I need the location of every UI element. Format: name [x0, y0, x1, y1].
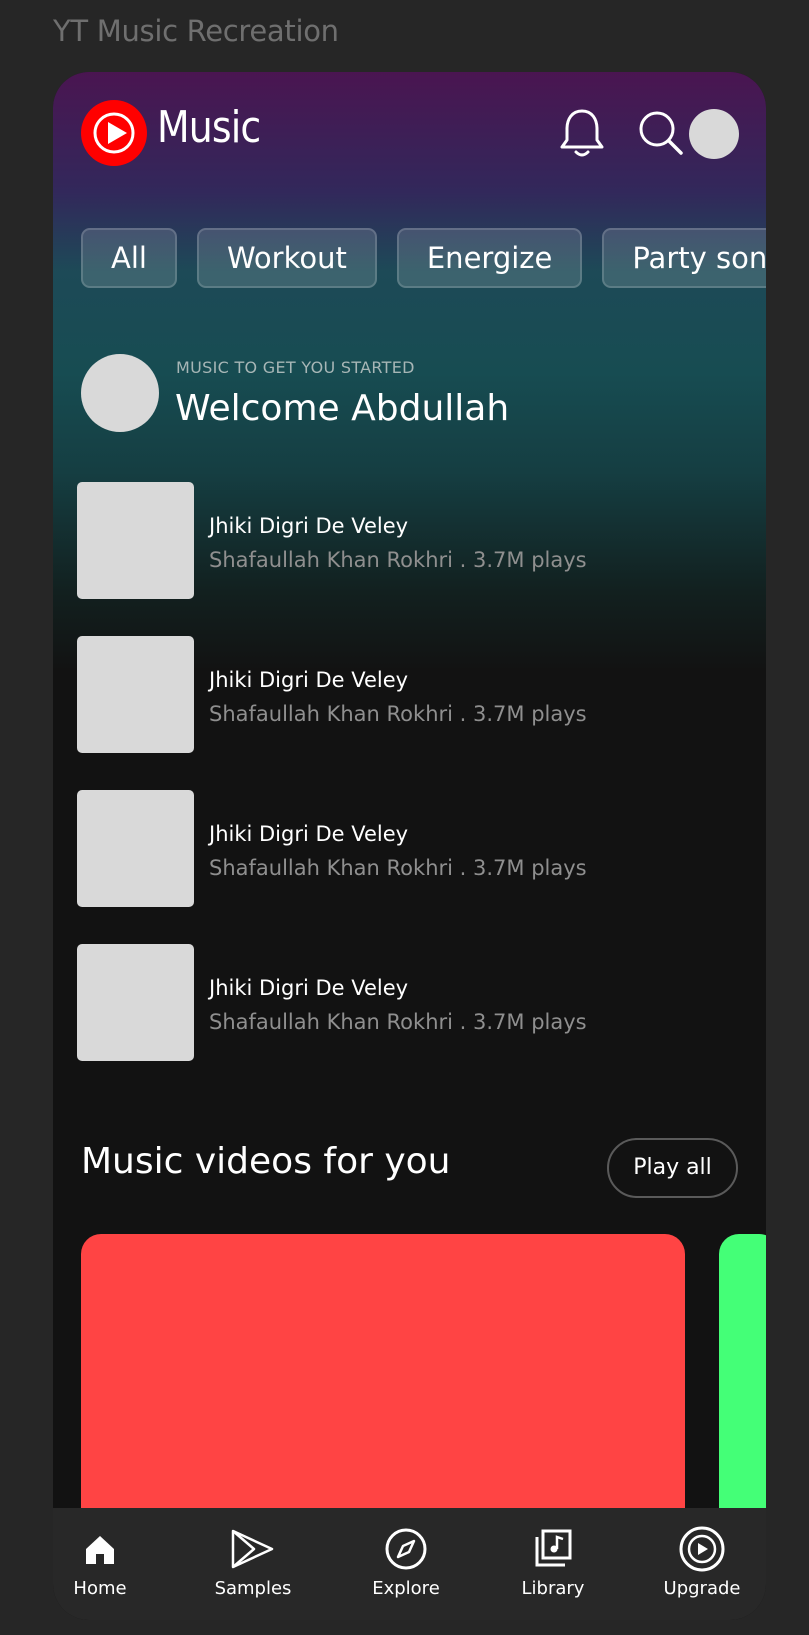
- bottom-navigation: Home Samples Explore Library Upgrade: [53, 1508, 766, 1620]
- home-icon: [86, 1536, 114, 1564]
- samples-icon: [231, 1529, 274, 1569]
- chip-all[interactable]: All: [81, 228, 177, 288]
- music-videos-title: Music videos for you: [81, 1141, 451, 1182]
- library-icon: [535, 1529, 572, 1567]
- song-list: Jhiki Digri De Veley Shafaullah Khan Rok…: [77, 482, 737, 1098]
- song-title: Jhiki Digri De Veley: [209, 976, 409, 1000]
- song-item[interactable]: Jhiki Digri De Veley Shafaullah Khan Rok…: [77, 944, 737, 1098]
- notifications-button[interactable]: [555, 106, 609, 160]
- nav-item-upgrade[interactable]: Upgrade: [642, 1508, 762, 1620]
- song-title: Jhiki Digri De Veley: [209, 822, 409, 846]
- song-thumbnail: [77, 636, 194, 753]
- nav-item-home[interactable]: Home: [53, 1508, 160, 1620]
- play-all-button[interactable]: Play all: [607, 1138, 738, 1198]
- music-video-card[interactable]: [719, 1234, 766, 1534]
- chip-party-song[interactable]: Party song: [602, 228, 766, 288]
- filter-chips: All Workout Energize Party song: [81, 228, 766, 290]
- song-meta: Shafaullah Khan Rokhri . 3.7M plays: [209, 1010, 587, 1034]
- chip-energize[interactable]: Energize: [396, 228, 583, 288]
- account-avatar[interactable]: [689, 109, 739, 159]
- song-meta: Shafaullah Khan Rokhri . 3.7M plays: [209, 702, 587, 726]
- search-icon: [639, 111, 683, 155]
- nav-item-library[interactable]: Library: [493, 1508, 613, 1620]
- welcome-kicker: MUSIC TO GET YOU STARTED: [176, 358, 415, 377]
- song-title: Jhiki Digri De Veley: [209, 514, 409, 538]
- youtube-music-logo-icon[interactable]: [81, 100, 147, 166]
- song-item[interactable]: Jhiki Digri De Veley Shafaullah Khan Rok…: [77, 482, 737, 636]
- nav-label: Home: [73, 1578, 127, 1599]
- song-meta: Shafaullah Khan Rokhri . 3.7M plays: [209, 548, 587, 572]
- song-thumbnail: [77, 790, 194, 907]
- song-item[interactable]: Jhiki Digri De Veley Shafaullah Khan Rok…: [77, 636, 737, 790]
- nav-label: Upgrade: [663, 1578, 741, 1599]
- compass-icon: [385, 1528, 427, 1570]
- song-title: Jhiki Digri De Veley: [209, 668, 409, 692]
- app-screen: Music All Workout Energize Party song MU…: [53, 72, 766, 1620]
- nav-item-explore[interactable]: Explore: [346, 1508, 466, 1620]
- music-video-card[interactable]: [81, 1234, 685, 1534]
- welcome-title: Welcome Abdullah: [175, 388, 510, 429]
- bell-icon: [560, 109, 604, 157]
- nav-label: Samples: [214, 1578, 292, 1599]
- window-title: YT Music Recreation: [53, 14, 339, 48]
- nav-item-samples[interactable]: Samples: [193, 1508, 313, 1620]
- search-button[interactable]: [634, 106, 688, 160]
- chip-workout[interactable]: Workout: [196, 228, 377, 288]
- song-thumbnail: [77, 482, 194, 599]
- song-thumbnail: [77, 944, 194, 1061]
- nav-label: Explore: [372, 1578, 440, 1599]
- song-meta: Shafaullah Khan Rokhri . 3.7M plays: [209, 856, 587, 880]
- welcome-avatar: [81, 354, 159, 432]
- upgrade-icon: [679, 1526, 725, 1572]
- top-app-bar: Music: [53, 72, 766, 202]
- song-item[interactable]: Jhiki Digri De Veley Shafaullah Khan Rok…: [77, 790, 737, 944]
- nav-label: Library: [521, 1578, 585, 1599]
- app-name: Music: [157, 102, 261, 153]
